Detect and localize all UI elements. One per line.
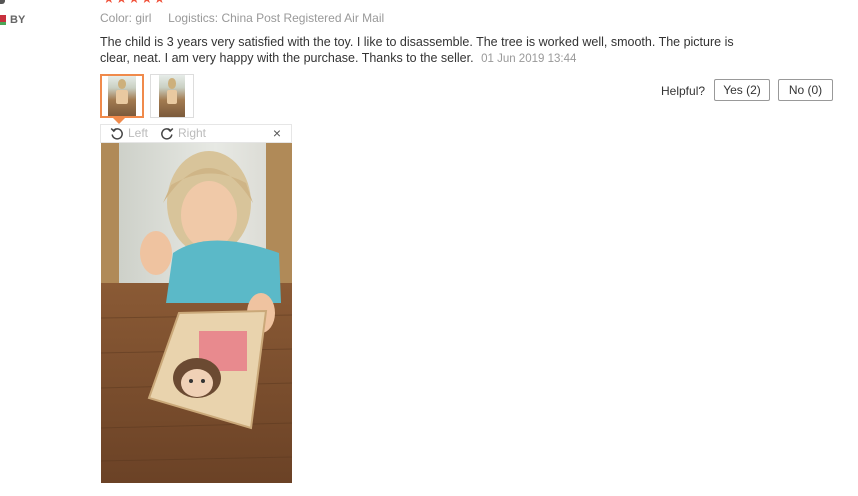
- rotate-right-icon: [161, 127, 174, 140]
- logistics-label: Logistics:: [168, 11, 219, 25]
- child-with-puzzle-photo: [101, 143, 292, 483]
- helpful-label: Helpful?: [661, 84, 706, 98]
- rotate-right-label: Right: [178, 126, 207, 140]
- country-flag-icon: [0, 15, 6, 25]
- review-date: 01 Jun 2019 13:44: [481, 53, 577, 65]
- color-value: girl: [135, 11, 152, 25]
- review-text: The child is 3 years very satisfied with…: [100, 35, 734, 65]
- order-properties: Color: girl Logistics: China Post Regist…: [100, 11, 384, 25]
- viewer-close-icon[interactable]: ×: [273, 125, 281, 141]
- review-photo-large: [101, 143, 292, 483]
- review-photo-thumbnail-2[interactable]: [150, 74, 194, 118]
- logistics-value: China Post Registered Air Mail: [221, 11, 385, 25]
- helpful-yes-button[interactable]: Yes (2): [714, 79, 770, 101]
- buyer-country: BY: [10, 14, 26, 26]
- active-thumbnail-indicator: [112, 117, 126, 124]
- rotate-left-icon: [110, 127, 123, 140]
- color-label: Color:: [100, 11, 133, 25]
- cropped-avatar-fragment: [0, 0, 5, 4]
- photo-viewer-toolbar: Left Right ×: [100, 124, 292, 143]
- helpful-no-button[interactable]: No (0): [778, 79, 833, 101]
- review-body: The child is 3 years very satisfied with…: [100, 34, 750, 67]
- rotate-left-label: Left: [128, 126, 149, 140]
- rotate-left-button[interactable]: Left: [110, 126, 148, 140]
- rating-stars: ★★★★★: [103, 0, 166, 4]
- rotate-right-button[interactable]: Right: [160, 126, 206, 140]
- review-photo-thumbnail-1[interactable]: [100, 74, 144, 118]
